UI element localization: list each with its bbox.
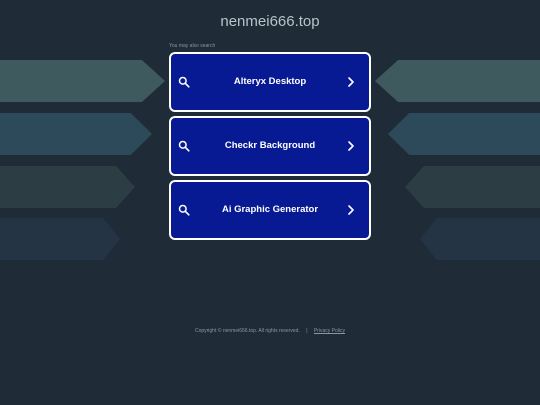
decorative-arrow-right <box>388 113 540 155</box>
search-icon <box>178 204 190 216</box>
decorative-arrow-right <box>375 60 540 102</box>
search-icon <box>178 140 190 152</box>
footer-separator: | <box>306 328 308 334</box>
decorative-arrow-left <box>0 60 165 102</box>
search-link-checkr-background[interactable]: Checkr Background <box>169 116 371 176</box>
privacy-policy-link[interactable]: Privacy Policy <box>314 328 345 334</box>
search-link-label: Checkr Background <box>224 140 316 151</box>
copyright-text: Copyright © nenmei666.top. All rights re… <box>194 328 300 334</box>
search-link-label: Alteryx Desktop <box>233 76 307 87</box>
search-link-label: Ai Graphic Generator <box>221 204 319 215</box>
chevron-right-icon <box>348 205 354 215</box>
decorative-arrow-right <box>405 166 540 208</box>
chevron-right-icon <box>348 77 354 87</box>
decorative-arrow-right <box>420 218 540 260</box>
decorative-arrow-left <box>0 113 152 155</box>
search-link-ai-graphic-generator[interactable]: Ai Graphic Generator <box>169 180 371 240</box>
site-title: nenmei666.top <box>220 13 320 30</box>
chevron-right-icon <box>348 141 354 151</box>
search-hint-label: You may also search <box>169 43 216 49</box>
search-icon <box>178 76 190 88</box>
footer: Copyright © nenmei666.top. All rights re… <box>0 328 540 335</box>
search-link-alteryx-desktop[interactable]: Alteryx Desktop <box>169 52 371 112</box>
decorative-arrow-left <box>0 166 135 208</box>
decorative-arrow-left <box>0 218 120 260</box>
